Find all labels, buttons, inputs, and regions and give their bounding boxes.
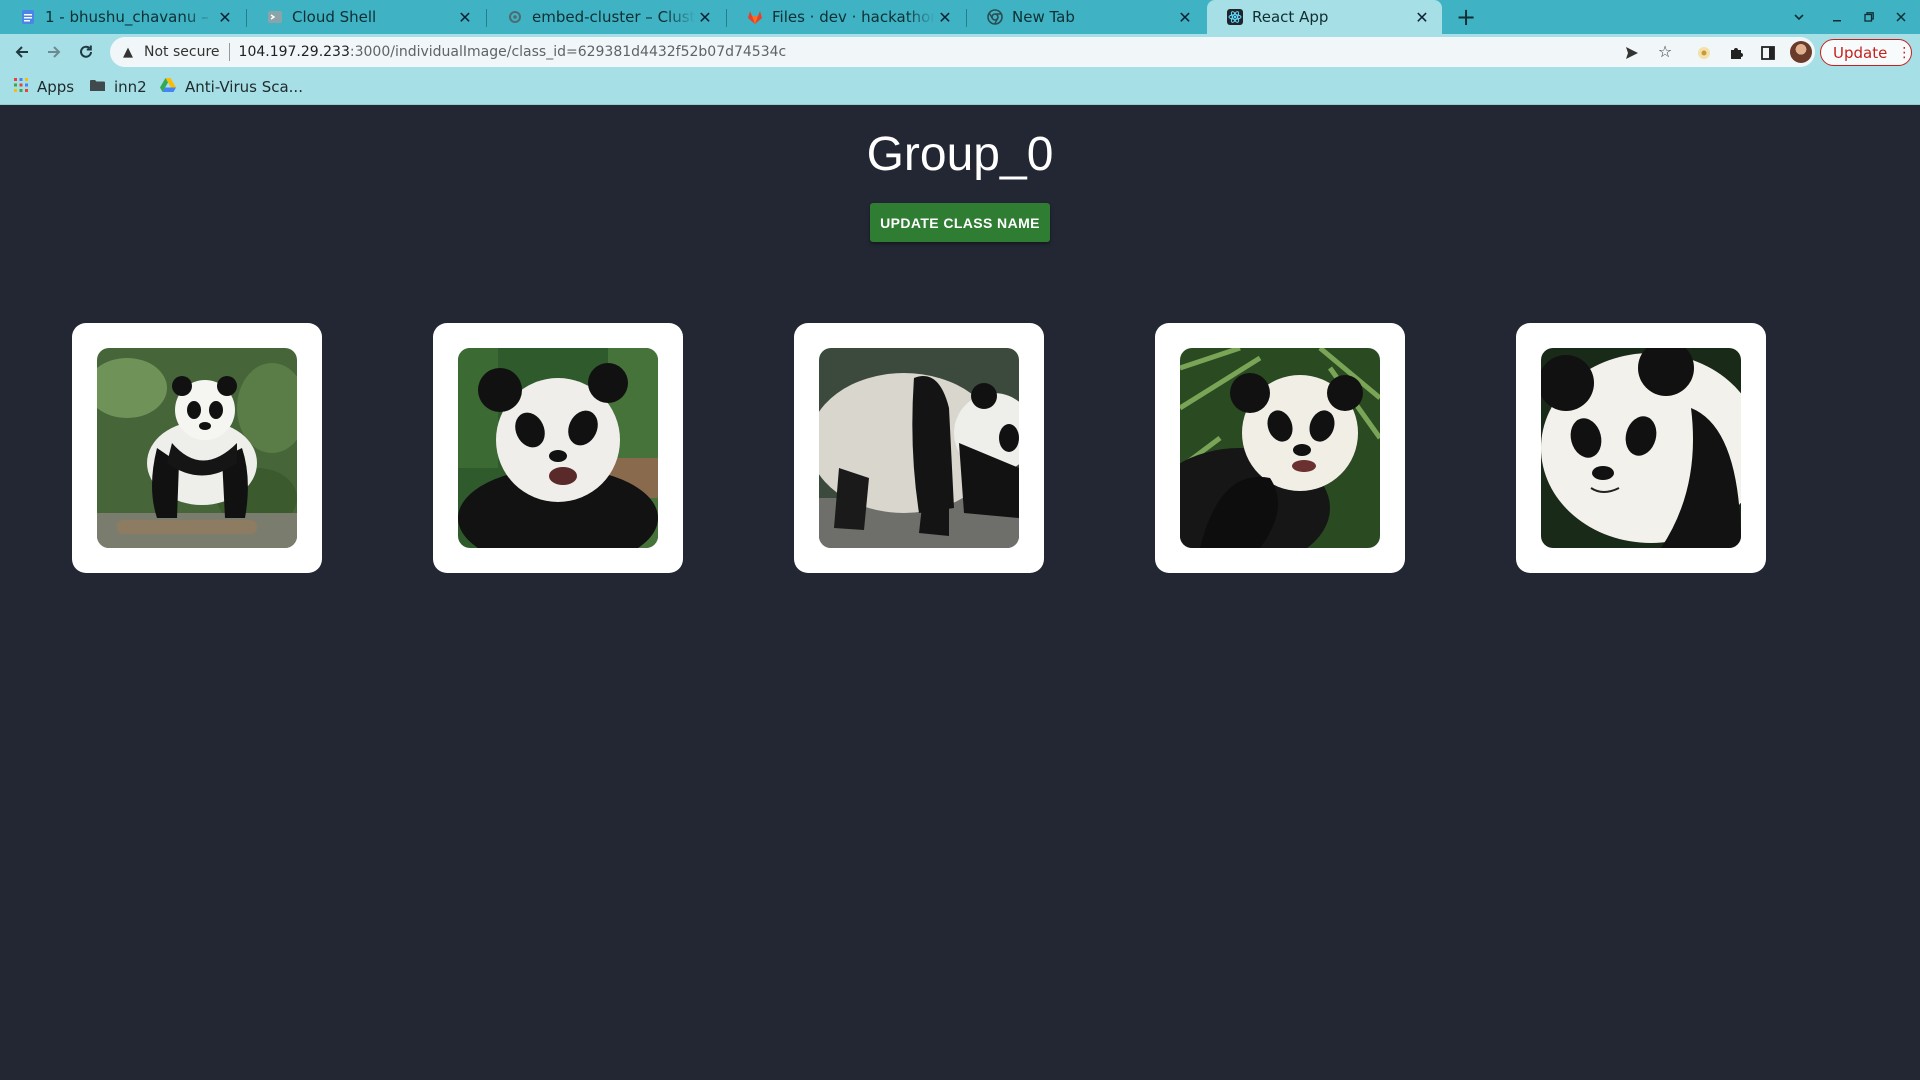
back-arrow-icon[interactable] [8, 38, 36, 66]
bookmark-star-icon[interactable]: ☆ [1650, 37, 1680, 67]
reload-icon[interactable] [72, 38, 100, 66]
new-tab-button[interactable]: + [1452, 3, 1480, 31]
bookmark-label: Anti-Virus Sca... [185, 78, 303, 96]
tab-cloud-shell[interactable]: Cloud Shell ✕ [247, 0, 485, 34]
panda-image[interactable] [819, 348, 1019, 548]
url-path: :3000/individualImage/class_id=629381d44… [349, 44, 787, 60]
bookmark-label: Apps [37, 78, 75, 96]
tab-strip: 1 - bhushu_chavanu – Buc ✕ Cloud Shell ✕… [0, 0, 1920, 34]
close-icon[interactable]: ✕ [935, 8, 955, 27]
bookmark-anti-virus[interactable]: Anti-Virus Sca... [160, 77, 303, 97]
gear-icon [507, 9, 523, 25]
cloud-shell-icon [267, 9, 283, 25]
image-card[interactable] [433, 323, 683, 573]
panda-image[interactable] [1541, 348, 1741, 548]
close-window-icon[interactable] [1884, 0, 1918, 34]
puzzle-extensions-icon[interactable] [1724, 40, 1748, 64]
tab-new-tab[interactable]: New Tab ✕ [967, 0, 1205, 34]
restore-icon[interactable] [1852, 0, 1886, 34]
image-card[interactable] [794, 323, 1044, 573]
address-divider [228, 43, 230, 61]
docs-icon [20, 9, 36, 25]
tab-gitlab-files[interactable]: Files · dev · hackathon-202 ✕ [727, 0, 965, 34]
send-icon[interactable] [1617, 37, 1647, 67]
tab-bucket[interactable]: 1 - bhushu_chavanu – Buc ✕ [0, 0, 245, 34]
gitlab-icon [747, 9, 763, 25]
update-label: Update [1833, 43, 1888, 62]
react-icon [1227, 9, 1243, 25]
close-icon[interactable]: ✕ [455, 8, 475, 27]
security-label[interactable]: Not secure [144, 44, 220, 60]
image-card[interactable] [72, 323, 322, 573]
tab-search-chevron-icon[interactable] [1782, 0, 1816, 34]
tab-title: embed-cluster – Clusters [532, 8, 695, 26]
browser-toolbar: ▲ Not secure 104.197.29.233:3000/individ… [0, 34, 1920, 70]
profile-avatar[interactable] [1790, 41, 1812, 63]
panda-image[interactable] [97, 348, 297, 548]
tab-title: Files · dev · hackathon-202 [772, 8, 935, 26]
folder-icon [90, 78, 105, 96]
side-panel-icon[interactable] [1756, 40, 1780, 64]
more-menu-icon[interactable]: ⋮ [1897, 45, 1911, 61]
tab-embed-cluster[interactable]: embed-cluster – Clusters ✕ [487, 0, 725, 34]
chrome-icon [987, 9, 1003, 25]
image-card[interactable] [1516, 323, 1766, 573]
close-icon[interactable]: ✕ [1412, 8, 1432, 27]
address-bar[interactable]: ▲ Not secure 104.197.29.233:3000/individ… [110, 37, 1815, 67]
page-title: Group_0 [866, 128, 1054, 181]
url-host: 104.197.29.233 [238, 44, 350, 60]
panda-image[interactable] [1180, 348, 1380, 548]
close-icon[interactable]: ✕ [1175, 8, 1195, 27]
extension-badge-icon[interactable] [1692, 40, 1716, 64]
tab-title: Cloud Shell [292, 8, 377, 26]
page-content: Group_0 UPDATE CLASS NAME [0, 105, 1920, 1080]
google-drive-icon [160, 78, 176, 96]
tab-title: New Tab [1012, 8, 1075, 26]
close-icon[interactable]: ✕ [695, 8, 715, 27]
bookmark-label: inn2 [114, 78, 147, 96]
update-class-name-button[interactable]: UPDATE CLASS NAME [870, 203, 1050, 242]
minimize-icon[interactable] [1820, 0, 1854, 34]
forward-arrow-icon[interactable] [40, 38, 68, 66]
bookmarks-bar: Apps inn2 Anti-Virus Sca... [0, 70, 1920, 105]
image-card[interactable] [1155, 323, 1405, 573]
tab-title: React App [1252, 8, 1329, 26]
apps-grid-icon [14, 78, 28, 96]
bookmark-inn2[interactable]: inn2 [90, 77, 147, 97]
tab-react-app[interactable]: React App ✕ [1207, 0, 1442, 34]
update-chrome-button[interactable]: Update ⋮ [1820, 39, 1912, 66]
tab-title: 1 - bhushu_chavanu – Buc [45, 8, 215, 26]
panda-image[interactable] [458, 348, 658, 548]
warning-triangle-icon[interactable]: ▲ [120, 45, 136, 60]
close-icon[interactable]: ✕ [215, 8, 235, 27]
bookmark-apps[interactable]: Apps [14, 77, 74, 97]
